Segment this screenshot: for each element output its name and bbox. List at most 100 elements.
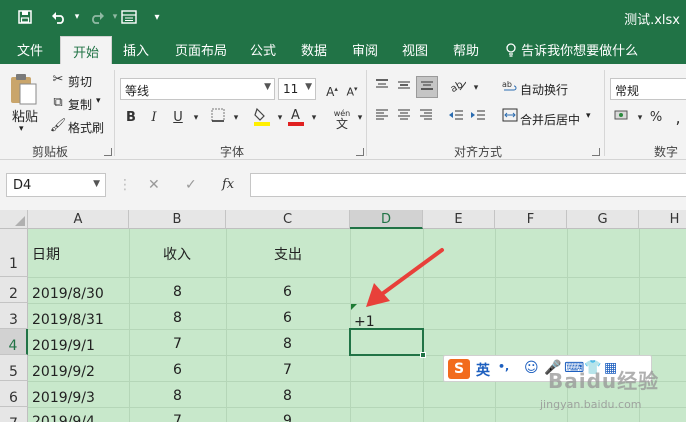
align-center-icon[interactable] — [394, 108, 414, 128]
copy-button[interactable]: 复制 — [68, 96, 92, 113]
cell-b2[interactable]: 8 — [173, 284, 182, 300]
cell-c5[interactable]: 7 — [283, 362, 292, 378]
tab-review[interactable]: 审阅 — [352, 40, 378, 59]
italic-button[interactable]: I — [144, 108, 164, 128]
decrease-font-icon[interactable]: A▾ — [342, 79, 362, 99]
tab-home[interactable]: 开始 — [60, 36, 113, 64]
row-header-5[interactable]: 5 — [0, 355, 28, 381]
border-dropdown-icon[interactable]: ▾ — [226, 108, 246, 128]
cell-a5[interactable]: 2019/9/2 — [32, 364, 95, 380]
cell-b5[interactable]: 6 — [173, 362, 182, 378]
copy-dropdown-icon[interactable]: ▾ — [96, 96, 101, 106]
undo-dropdown-icon[interactable]: ▾ — [66, 6, 88, 28]
active-cell-d4[interactable] — [349, 328, 424, 356]
cancel-icon[interactable]: ✕ — [148, 177, 160, 193]
cell-a3[interactable]: 2019/8/31 — [32, 312, 104, 328]
wrap-text-button[interactable]: 自动换行 — [520, 81, 568, 98]
align-middle-icon[interactable] — [394, 78, 414, 98]
tab-view[interactable]: 视图 — [402, 40, 428, 59]
tab-insert[interactable]: 插入 — [123, 40, 149, 59]
ime-language-toggle[interactable]: 英 — [476, 360, 490, 380]
row-header-2[interactable]: 2 — [0, 277, 28, 303]
underline-dropdown-icon[interactable]: ▾ — [186, 108, 206, 128]
comma-style-icon[interactable]: , — [668, 108, 686, 128]
tab-data[interactable]: 数据 — [301, 40, 327, 59]
phonetic-dropdown-icon[interactable]: ▾ — [350, 108, 370, 128]
underline-button[interactable]: U — [168, 108, 188, 128]
cell-b6[interactable]: 8 — [173, 388, 182, 404]
row-header-6[interactable]: 6 — [0, 381, 28, 407]
ime-punctuation-toggle[interactable]: •, — [498, 360, 509, 373]
cell-c4[interactable]: 8 — [283, 336, 292, 352]
tab-formulas[interactable]: 公式 — [250, 40, 276, 59]
column-header-a[interactable]: A — [28, 210, 129, 229]
accounting-format-icon[interactable] — [612, 108, 632, 128]
column-header-e[interactable]: E — [423, 210, 495, 229]
align-left-icon[interactable] — [372, 108, 392, 128]
column-header-d[interactable]: D — [350, 210, 423, 229]
increase-indent-icon[interactable] — [468, 108, 488, 128]
cell-b1[interactable]: 收入 — [163, 244, 191, 264]
column-header-h[interactable]: H — [639, 210, 686, 229]
cell-b3[interactable]: 8 — [173, 310, 182, 326]
fill-handle[interactable] — [420, 352, 426, 358]
number-format-combo[interactable]: 常规 — [610, 78, 686, 100]
fill-color-icon[interactable] — [252, 106, 272, 126]
cell-a1[interactable]: 日期 — [32, 244, 60, 264]
align-right-icon[interactable] — [416, 108, 436, 128]
align-bottom-icon[interactable] — [416, 76, 438, 98]
cell-a6[interactable]: 2019/9/3 — [32, 390, 95, 406]
border-icon[interactable] — [208, 108, 228, 128]
column-header-c[interactable]: C — [226, 210, 350, 229]
name-box[interactable]: D4 ▼ — [6, 173, 106, 197]
tab-page-layout[interactable]: 页面布局 — [175, 40, 227, 59]
select-all-button[interactable] — [0, 210, 28, 229]
tab-file[interactable]: 文件 — [17, 40, 43, 59]
column-header-b[interactable]: B — [129, 210, 226, 229]
tell-me-box[interactable]: 告诉我你想要做什么 — [505, 40, 638, 59]
percent-button[interactable]: % — [646, 108, 666, 128]
decrease-indent-icon[interactable] — [446, 108, 466, 128]
cell-b4[interactable]: 7 — [173, 336, 182, 352]
cut-button[interactable]: 剪切 — [68, 73, 92, 90]
insert-function-icon[interactable]: fx — [222, 177, 234, 192]
form-icon[interactable] — [118, 6, 140, 28]
cell-a7[interactable]: 2019/9/4 — [32, 414, 95, 422]
font-launcher-icon[interactable] — [356, 148, 364, 156]
increase-font-icon[interactable]: A▴ — [322, 79, 342, 99]
merge-center-button[interactable]: 合并后居中 — [520, 111, 580, 128]
row-header-4[interactable]: 4 — [0, 329, 28, 355]
cell-c7[interactable]: 9 — [283, 413, 292, 422]
paste-dropdown-icon[interactable]: ▾ — [19, 124, 24, 134]
format-painter-button[interactable]: 格式刷 — [68, 119, 104, 136]
row-header-7[interactable]: 7 — [0, 407, 28, 422]
column-header-f[interactable]: F — [495, 210, 567, 229]
cell-a4[interactable]: 2019/9/1 — [32, 338, 95, 354]
cell-c2[interactable]: 6 — [283, 284, 292, 300]
font-color-dropdown-icon[interactable]: ▾ — [304, 108, 324, 128]
cell-c1[interactable]: 支出 — [274, 244, 302, 264]
paste-icon[interactable] — [8, 72, 38, 108]
font-color-icon[interactable]: A — [286, 106, 306, 126]
customize-qat-icon[interactable]: ▾ — [146, 6, 168, 28]
orientation-dropdown-icon[interactable]: ▾ — [466, 78, 486, 98]
alignment-launcher-icon[interactable] — [592, 148, 600, 156]
formula-input[interactable] — [250, 173, 686, 197]
save-icon[interactable] — [14, 6, 36, 28]
paste-button[interactable]: 粘贴 — [12, 106, 38, 125]
bold-button[interactable]: B — [121, 108, 141, 128]
tab-help[interactable]: 帮助 — [453, 40, 479, 59]
align-top-icon[interactable] — [372, 78, 392, 98]
merge-dropdown-icon[interactable]: ▾ — [586, 111, 591, 121]
row-header-1[interactable]: 1 — [0, 229, 28, 277]
orientation-icon[interactable]: ab — [448, 78, 468, 98]
row-header-3[interactable]: 3 — [0, 303, 28, 329]
font-size-combo[interactable]: 11 ▼ — [278, 78, 316, 100]
cell-b7[interactable]: 7 — [173, 413, 182, 422]
enter-icon[interactable]: ✓ — [185, 177, 197, 193]
emoji-icon[interactable]: ☺ — [524, 360, 539, 376]
column-header-g[interactable]: G — [567, 210, 639, 229]
cell-a2[interactable]: 2019/8/30 — [32, 286, 104, 302]
clipboard-launcher-icon[interactable] — [104, 148, 112, 156]
cell-c6[interactable]: 8 — [283, 388, 292, 404]
